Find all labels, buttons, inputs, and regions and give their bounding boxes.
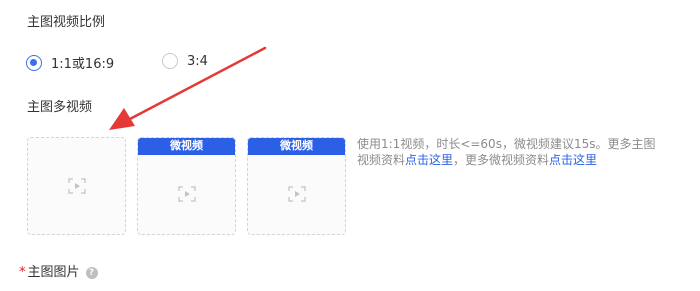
- main-image-title-row: * 主图图片?: [19, 261, 98, 280]
- video-ratio-title: 主图视频比例: [27, 15, 106, 30]
- ratio-option-label: 1:1或16:9: [51, 57, 115, 72]
- video-placeholder-icon: [287, 186, 306, 202]
- radio-checked-icon: [26, 54, 42, 71]
- ratio-option-3-4[interactable]: 3:4: [162, 53, 208, 69]
- main-image-title: 主图图片: [27, 265, 80, 280]
- video-placeholder-icon: [67, 178, 86, 194]
- micro-video-badge: 微视频: [138, 138, 235, 155]
- video-placeholder-icon: [177, 186, 196, 202]
- hint-text: ，更多微视频资料: [453, 153, 550, 167]
- multi-video-title: 主图多视频: [27, 100, 93, 115]
- main-video-info-link[interactable]: 点击这里: [405, 153, 453, 167]
- video-upload-hint: 使用1:1视频，时长<=60s，微视频建议15s。更多主图视频资料点击这里，更多…: [357, 136, 657, 168]
- micro-video-upload-box-1[interactable]: 微视频: [137, 137, 236, 235]
- micro-video-upload-box-2[interactable]: 微视频: [247, 137, 346, 235]
- radio-unchecked-icon: [162, 53, 178, 69]
- ratio-option-1-1-16-9[interactable]: 1:1或16:9: [26, 53, 114, 72]
- micro-video-info-link[interactable]: 点击这里: [549, 153, 597, 167]
- help-icon[interactable]: ?: [85, 267, 98, 279]
- required-mark: *: [19, 265, 26, 280]
- video-settings-panel: 主图视频比例 1:1或16:9 3:4 主图多视频 微视频 微视频 使用1:1视…: [0, 0, 700, 291]
- micro-video-badge: 微视频: [248, 138, 345, 155]
- ratio-option-label: 3:4: [187, 53, 208, 69]
- main-video-upload-box[interactable]: [27, 137, 126, 235]
